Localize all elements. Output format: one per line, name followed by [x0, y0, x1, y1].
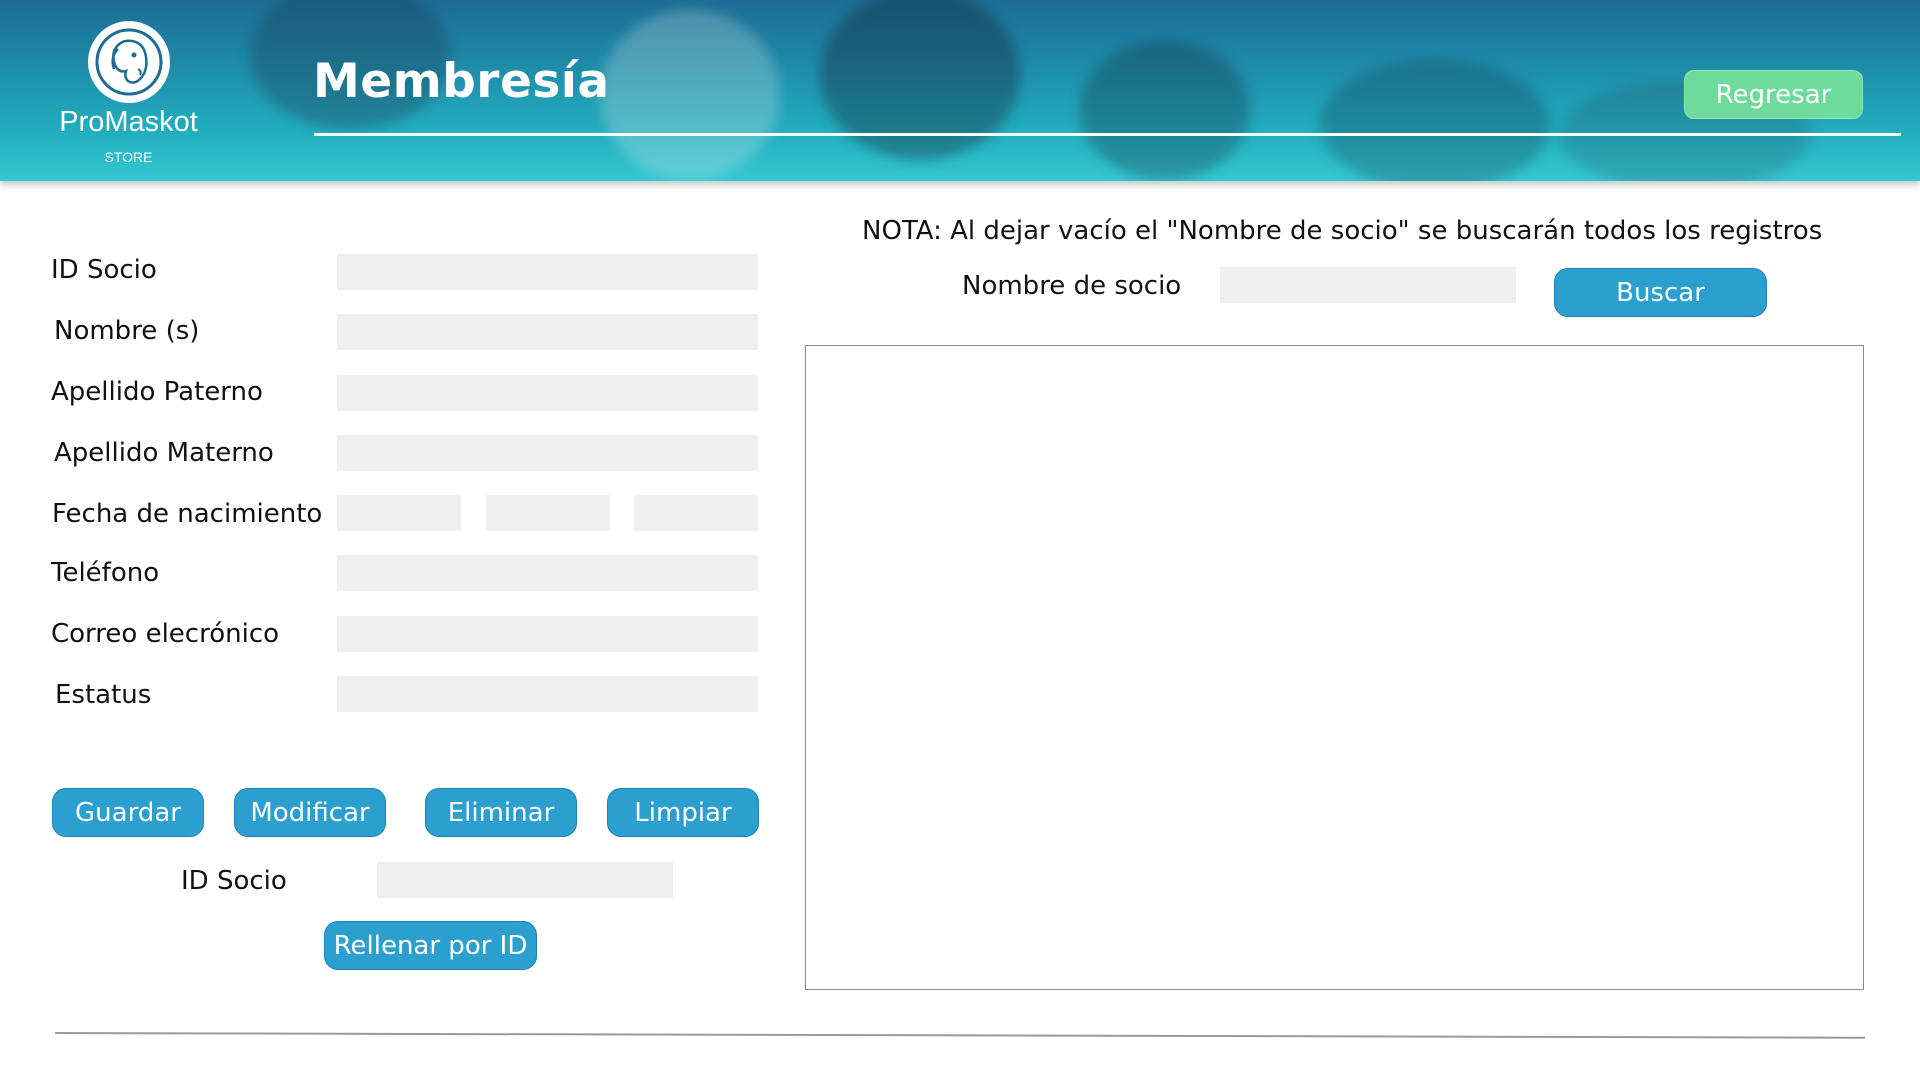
search-note: NOTA: Al dejar vacío el "Nombre de socio…: [862, 216, 1823, 246]
logo-dog-icon: [88, 21, 170, 103]
results-table[interactable]: [805, 345, 1864, 990]
label-fill-id-socio: ID Socio: [181, 866, 287, 896]
label-nombre-socio: Nombre de socio: [962, 271, 1182, 301]
label-estatus: Estatus: [55, 680, 152, 710]
nombre-input[interactable]: [337, 314, 758, 350]
save-button[interactable]: Guardar: [52, 788, 204, 837]
clear-button[interactable]: Limpiar: [607, 788, 759, 837]
birth-day-input[interactable]: [337, 495, 461, 531]
page-title: Membresía: [313, 54, 610, 109]
label-id-socio: ID Socio: [51, 255, 157, 285]
id-socio-input[interactable]: [337, 254, 758, 290]
bottom-divider: [54, 1032, 1865, 1039]
fill-id-input[interactable]: [377, 862, 673, 898]
banner-photo-shade: [1080, 40, 1250, 180]
birth-month-input[interactable]: [486, 495, 610, 531]
banner-photo-shade: [600, 10, 780, 180]
banner-photo-shade: [820, 0, 1020, 160]
title-divider: [314, 133, 1901, 136]
label-correo: Correo elecrónico: [51, 619, 280, 649]
search-button[interactable]: Buscar: [1554, 268, 1767, 317]
correo-input[interactable]: [337, 616, 758, 652]
logo-subtitle: STORE: [104, 149, 153, 165]
search-name-input[interactable]: [1220, 267, 1516, 303]
telefono-input[interactable]: [337, 555, 758, 591]
delete-button[interactable]: Eliminar: [425, 788, 577, 837]
label-telefono: Teléfono: [51, 558, 160, 588]
header-banner: ProMaskot STORE Membresía Regresar: [0, 0, 1920, 181]
modify-button[interactable]: Modificar: [234, 788, 386, 837]
back-button[interactable]: Regresar: [1684, 70, 1863, 119]
birth-year-input[interactable]: [634, 495, 758, 531]
banner-photo-shade: [1320, 60, 1550, 181]
label-apellido-paterno: Apellido Paterno: [51, 377, 263, 407]
label-fecha-nacimiento: Fecha de nacimiento: [52, 499, 323, 529]
logo-name: ProMaskot: [59, 106, 198, 138]
fill-by-id-button[interactable]: Rellenar por ID: [324, 921, 537, 970]
label-apellido-materno: Apellido Materno: [54, 438, 274, 468]
apellido-materno-input[interactable]: [337, 435, 758, 471]
estatus-input[interactable]: [337, 676, 758, 712]
apellido-paterno-input[interactable]: [337, 375, 758, 411]
label-nombre: Nombre (s): [54, 316, 200, 346]
